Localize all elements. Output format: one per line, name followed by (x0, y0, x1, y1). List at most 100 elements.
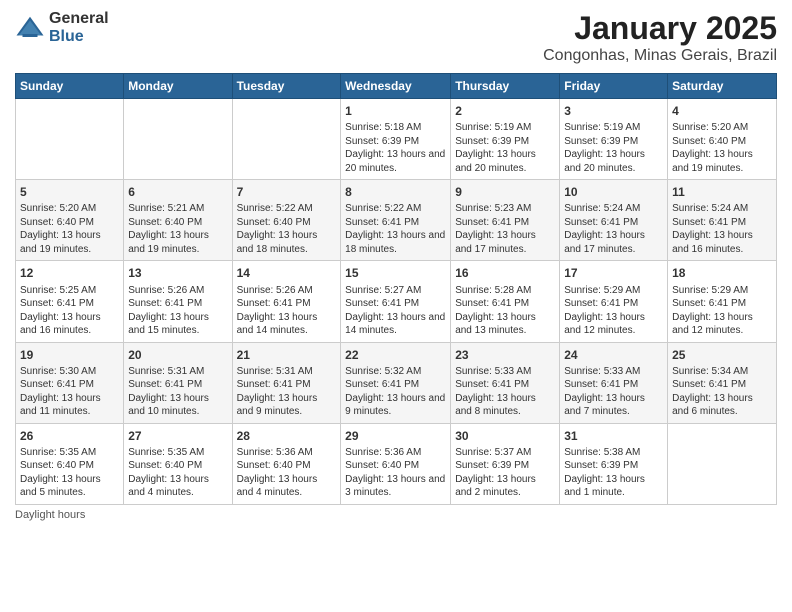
day-number: 23 (455, 347, 555, 363)
day-number: 21 (237, 347, 337, 363)
calendar-week-1: 1Sunrise: 5:18 AMSunset: 6:39 PMDaylight… (16, 99, 777, 180)
calendar-cell: 28 Sunrise: 5:36 AMSunset: 6:40 PMDayligh… (232, 423, 341, 504)
day-info: Sunrise: 5:22 AMSunset: 6:41 PMDaylight:… (345, 202, 446, 256)
calendar-cell: 26 Sunrise: 5:35 AMSunset: 6:40 PMDayligh… (16, 423, 124, 504)
calendar-cell (16, 99, 124, 180)
header-monday: Monday (124, 74, 232, 99)
calendar-cell: 24Sunrise: 5:33 AMSunset: 6:41 PMDayligh… (560, 342, 668, 423)
day-number: 13 (128, 265, 227, 281)
calendar-cell: 8 Sunrise: 5:22 AMSunset: 6:41 PMDaylight… (341, 180, 451, 261)
day-number: 10 (564, 184, 663, 200)
calendar-week-2: 5Sunrise: 5:20 AMSunset: 6:40 PMDaylight… (16, 180, 777, 261)
weekday-header-row: Sunday Monday Tuesday Wednesday Thursday… (16, 74, 777, 99)
day-number: 8 (345, 184, 446, 200)
day-info: Sunrise: 5:19 AMSunset: 6:39 PMDaylight:… (564, 121, 663, 175)
day-number: 14 (237, 265, 337, 281)
day-number: 30 (455, 428, 555, 444)
calendar-cell (668, 423, 777, 504)
calendar-header: Sunday Monday Tuesday Wednesday Thursday… (16, 74, 777, 99)
day-number: 9 (455, 184, 555, 200)
day-info: Sunrise: 5:36 AMSunset: 6:40 PMDaylight:… (345, 446, 446, 500)
day-info: Sunrise: 5:23 AMSunset: 6:41 PMDaylight:… (455, 202, 555, 256)
day-number: 3 (564, 103, 663, 119)
day-info: Sunrise: 5:38 AMSunset: 6:39 PMDaylight:… (564, 446, 663, 500)
calendar-cell: 2Sunrise: 5:19 AMSunset: 6:39 PMDaylight… (451, 99, 560, 180)
day-info: Sunrise: 5:32 AMSunset: 6:41 PMDaylight:… (345, 365, 446, 419)
day-info: Sunrise: 5:24 AMSunset: 6:41 PMDaylight:… (564, 202, 663, 256)
logo-text: General Blue (49, 10, 109, 45)
calendar-cell: 30 Sunrise: 5:37 AMSunset: 6:39 PMDayligh… (451, 423, 560, 504)
day-info: Sunrise: 5:26 AMSunset: 6:41 PMDaylight:… (128, 284, 227, 338)
day-number: 20 (128, 347, 227, 363)
day-info: Sunrise: 5:34 AMSunset: 6:41 PMDaylight:… (672, 365, 772, 419)
day-info: Sunrise: 5:27 AMSunset: 6:41 PMDaylight:… (345, 284, 446, 338)
day-info: Sunrise: 5:28 AMSunset: 6:41 PMDaylight:… (455, 284, 555, 338)
calendar-cell: 11Sunrise: 5:24 AMSunset: 6:41 PMDayligh… (668, 180, 777, 261)
day-info: Sunrise: 5:35 AMSunset: 6:40 PMDaylight:… (128, 446, 227, 500)
day-number: 26 (20, 428, 119, 444)
calendar-cell: 21 Sunrise: 5:31 AMSunset: 6:41 PMDayligh… (232, 342, 341, 423)
calendar-week-3: 12Sunrise: 5:25 AMSunset: 6:41 PMDayligh… (16, 261, 777, 342)
header-wednesday: Wednesday (341, 74, 451, 99)
calendar-cell: 19Sunrise: 5:30 AMSunset: 6:41 PMDayligh… (16, 342, 124, 423)
day-number: 6 (128, 184, 227, 200)
calendar-body: 1Sunrise: 5:18 AMSunset: 6:39 PMDaylight… (16, 99, 777, 505)
day-number: 17 (564, 265, 663, 281)
header-sunday: Sunday (16, 74, 124, 99)
day-info: Sunrise: 5:35 AMSunset: 6:40 PMDaylight:… (20, 446, 119, 500)
logo-icon (15, 13, 45, 43)
day-number: 28 (237, 428, 337, 444)
day-info: Sunrise: 5:20 AMSunset: 6:40 PMDaylight:… (20, 202, 119, 256)
header-thursday: Thursday (451, 74, 560, 99)
day-number: 2 (455, 103, 555, 119)
calendar-cell: 12Sunrise: 5:25 AMSunset: 6:41 PMDayligh… (16, 261, 124, 342)
day-number: 4 (672, 103, 772, 119)
calendar-cell: 22 Sunrise: 5:32 AMSunset: 6:41 PMDayligh… (341, 342, 451, 423)
logo-blue: Blue (49, 28, 109, 46)
calendar-cell: 13 Sunrise: 5:26 AMSunset: 6:41 PMDayligh… (124, 261, 232, 342)
day-number: 16 (455, 265, 555, 281)
header: General Blue January 2025 Congonhas, Min… (15, 10, 777, 65)
calendar-cell: 1Sunrise: 5:18 AMSunset: 6:39 PMDaylight… (341, 99, 451, 180)
day-number: 22 (345, 347, 446, 363)
day-info: Sunrise: 5:24 AMSunset: 6:41 PMDaylight:… (672, 202, 772, 256)
day-info: Sunrise: 5:37 AMSunset: 6:39 PMDaylight:… (455, 446, 555, 500)
day-number: 18 (672, 265, 772, 281)
page-subtitle: Congonhas, Minas Gerais, Brazil (543, 47, 777, 65)
day-info: Sunrise: 5:31 AMSunset: 6:41 PMDaylight:… (128, 365, 227, 419)
day-number: 25 (672, 347, 772, 363)
calendar-week-4: 19Sunrise: 5:30 AMSunset: 6:41 PMDayligh… (16, 342, 777, 423)
footer-note: Daylight hours (15, 509, 777, 521)
day-info: Sunrise: 5:21 AMSunset: 6:40 PMDaylight:… (128, 202, 227, 256)
page: General Blue January 2025 Congonhas, Min… (0, 0, 792, 612)
day-info: Sunrise: 5:26 AMSunset: 6:41 PMDaylight:… (237, 284, 337, 338)
day-info: Sunrise: 5:31 AMSunset: 6:41 PMDaylight:… (237, 365, 337, 419)
day-number: 31 (564, 428, 663, 444)
calendar-cell: 7Sunrise: 5:22 AMSunset: 6:40 PMDaylight… (232, 180, 341, 261)
day-info: Sunrise: 5:33 AMSunset: 6:41 PMDaylight:… (455, 365, 555, 419)
day-info: Sunrise: 5:30 AMSunset: 6:41 PMDaylight:… (20, 365, 119, 419)
day-number: 15 (345, 265, 446, 281)
day-number: 29 (345, 428, 446, 444)
calendar-cell: 18 Sunrise: 5:29 AMSunset: 6:41 PMDayligh… (668, 261, 777, 342)
calendar-week-5: 26 Sunrise: 5:35 AMSunset: 6:40 PMDayligh… (16, 423, 777, 504)
day-number: 27 (128, 428, 227, 444)
day-info: Sunrise: 5:33 AMSunset: 6:41 PMDaylight:… (564, 365, 663, 419)
day-number: 12 (20, 265, 119, 281)
logo: General Blue (15, 10, 109, 45)
page-title: January 2025 (543, 10, 777, 47)
daylight-hours-label: Daylight hours (15, 509, 85, 521)
calendar-cell: 9 Sunrise: 5:23 AMSunset: 6:41 PMDaylight… (451, 180, 560, 261)
header-tuesday: Tuesday (232, 74, 341, 99)
calendar-cell: 20 Sunrise: 5:31 AMSunset: 6:41 PMDayligh… (124, 342, 232, 423)
calendar-cell: 31 Sunrise: 5:38 AMSunset: 6:39 PMDayligh… (560, 423, 668, 504)
day-info: Sunrise: 5:36 AMSunset: 6:40 PMDaylight:… (237, 446, 337, 500)
calendar-cell: 23 Sunrise: 5:33 AMSunset: 6:41 PMDayligh… (451, 342, 560, 423)
day-info: Sunrise: 5:29 AMSunset: 6:41 PMDaylight:… (672, 284, 772, 338)
day-info: Sunrise: 5:18 AMSunset: 6:39 PMDaylight:… (345, 121, 446, 175)
calendar: Sunday Monday Tuesday Wednesday Thursday… (15, 73, 777, 505)
title-section: January 2025 Congonhas, Minas Gerais, Br… (543, 10, 777, 65)
day-number: 7 (237, 184, 337, 200)
calendar-cell: 27 Sunrise: 5:35 AMSunset: 6:40 PMDayligh… (124, 423, 232, 504)
day-info: Sunrise: 5:29 AMSunset: 6:41 PMDaylight:… (564, 284, 663, 338)
